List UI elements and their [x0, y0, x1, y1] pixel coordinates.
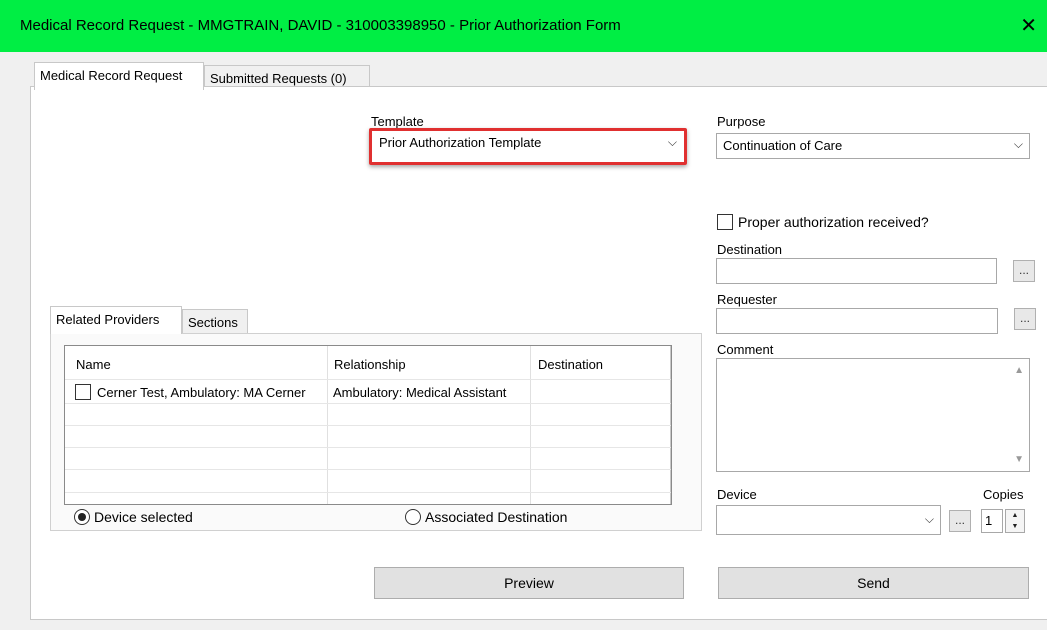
provider-relationship[interactable]: Ambulatory: Medical Assistant: [333, 385, 529, 400]
device-selected-radio[interactable]: [74, 509, 90, 525]
stepper-down-icon[interactable]: ▼: [1006, 521, 1024, 532]
authorization-checkbox[interactable]: [717, 214, 733, 230]
column-header-name[interactable]: Name: [76, 357, 111, 372]
requester-browse-button[interactable]: ...: [1014, 308, 1036, 330]
destination-browse-button[interactable]: ...: [1013, 260, 1035, 282]
scroll-up-icon[interactable]: ▲: [1014, 365, 1024, 376]
copies-stepper[interactable]: ▲ ▼: [1005, 509, 1025, 533]
preview-button[interactable]: Preview: [374, 567, 684, 599]
copies-input[interactable]: 1: [981, 509, 1003, 533]
stepper-up-icon[interactable]: ▲: [1006, 510, 1024, 521]
title-bar: Medical Record Request - MMGTRAIN, DAVID…: [0, 0, 1047, 52]
tab-sections[interactable]: Sections: [182, 309, 248, 333]
requester-label: Requester: [717, 292, 777, 307]
tab-label: Related Providers: [56, 312, 160, 327]
destination-field[interactable]: [716, 258, 997, 284]
providers-table: Name Relationship Destination Cerner Tes…: [64, 345, 672, 505]
comment-textarea[interactable]: ▲ ▼: [716, 358, 1030, 472]
destination-label: Destination: [717, 242, 783, 257]
device-label: Device: [717, 487, 757, 502]
close-icon[interactable]: ✕: [1020, 13, 1037, 38]
requester-field[interactable]: [716, 308, 998, 334]
purpose-value: Continuation of Care: [723, 138, 843, 153]
column-header-relationship[interactable]: Relationship: [334, 357, 406, 372]
authorization-label: Proper authorization received?: [738, 214, 929, 230]
chevron-down-icon: ⌵: [1013, 137, 1023, 151]
send-button[interactable]: Send: [718, 567, 1029, 599]
purpose-label: Purpose: [717, 114, 766, 129]
provider-name[interactable]: Cerner Test, Ambulatory: MA Cerner: [97, 385, 325, 400]
chevron-down-icon: ⌵: [924, 512, 934, 526]
template-label: Template: [371, 114, 424, 129]
tab-label: Sections: [188, 315, 238, 330]
tab-related-providers[interactable]: Related Providers: [50, 306, 182, 334]
device-selected-label: Device selected: [94, 509, 193, 525]
provider-row-checkbox[interactable]: [75, 384, 91, 400]
associated-destination-label: Associated Destination: [425, 509, 568, 525]
purpose-select[interactable]: Continuation of Care ⌵: [716, 133, 1030, 159]
device-browse-button[interactable]: ...: [949, 510, 971, 532]
associated-destination-radio[interactable]: [405, 509, 421, 525]
copies-label: Copies: [983, 487, 1024, 502]
template-highlight: [369, 128, 687, 165]
scroll-down-icon[interactable]: ▼: [1014, 454, 1024, 465]
tab-medical-record-request[interactable]: Medical Record Request: [34, 62, 204, 90]
device-select[interactable]: ⌵: [716, 505, 941, 535]
window-title: Medical Record Request - MMGTRAIN, DAVID…: [20, 17, 621, 34]
tab-label: Submitted Requests (0): [210, 71, 347, 86]
comment-scrollbar[interactable]: ▲ ▼: [1009, 359, 1029, 471]
tab-label: Medical Record Request: [40, 68, 183, 83]
comment-label: Comment: [717, 342, 774, 357]
column-header-destination[interactable]: Destination: [538, 357, 603, 372]
copies-value: 1: [985, 513, 993, 528]
